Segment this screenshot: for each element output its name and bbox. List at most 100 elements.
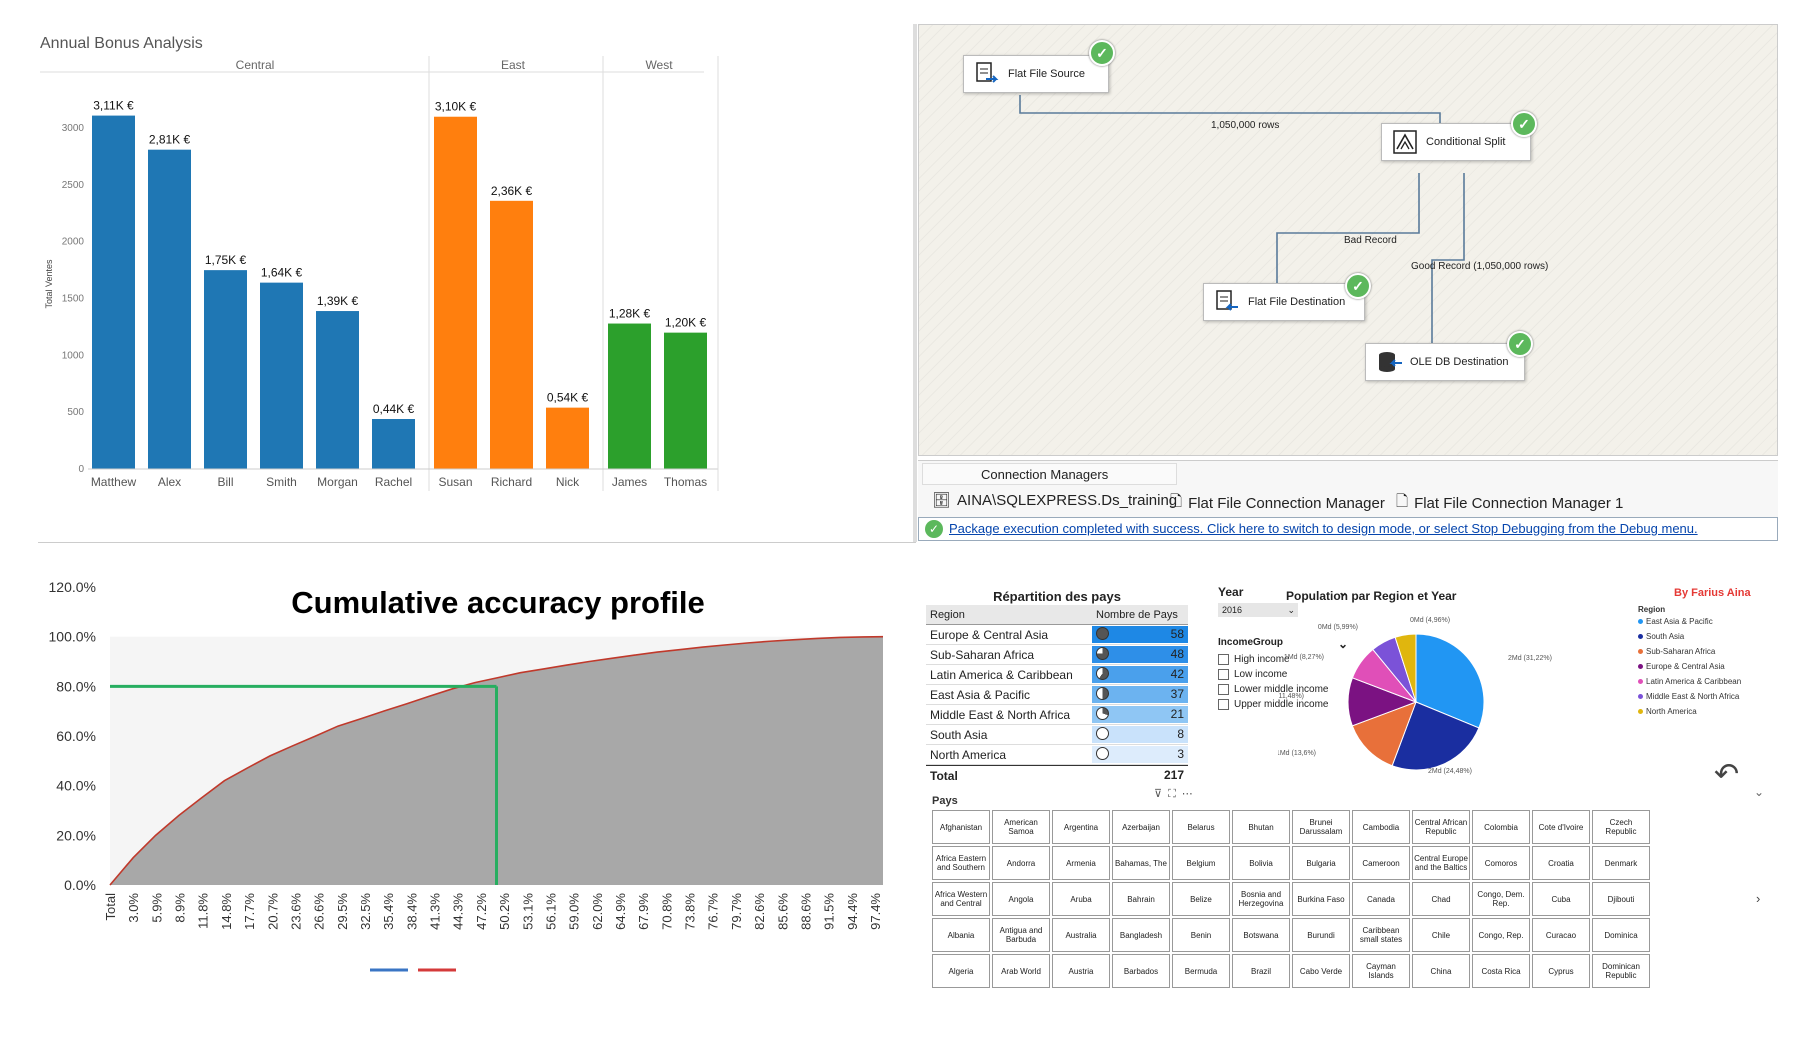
country-button[interactable]: Bahrain (1112, 882, 1170, 916)
country-button[interactable]: Andorra (992, 846, 1050, 880)
country-button[interactable]: Croatia (1532, 846, 1590, 880)
country-button[interactable]: Burkina Faso (1292, 882, 1350, 916)
country-button[interactable]: Colombia (1472, 810, 1530, 844)
country-button[interactable]: Cayman Islands (1352, 954, 1410, 988)
legend-item[interactable]: Middle East & North Africa (1638, 689, 1741, 704)
bar-nick[interactable] (546, 407, 589, 469)
country-button[interactable]: Cambodia (1352, 810, 1410, 844)
legend-item[interactable]: Sub-Saharan Africa (1638, 644, 1741, 659)
chevron-down-icon[interactable]: ⌄ (1754, 785, 1764, 799)
country-button[interactable]: Argentina (1052, 810, 1110, 844)
table-row[interactable]: Sub-Saharan Africa 48 (926, 645, 1188, 665)
country-button[interactable]: Benin (1172, 918, 1230, 952)
country-button[interactable]: Brazil (1232, 954, 1290, 988)
country-button[interactable]: Austria (1052, 954, 1110, 988)
country-button[interactable]: Cote d'Ivoire (1532, 810, 1590, 844)
bar-thomas[interactable] (664, 332, 707, 469)
filter-icon[interactable]: ⊽ (1154, 788, 1168, 800)
country-button[interactable]: Algeria (932, 954, 990, 988)
bar-susan[interactable] (434, 116, 477, 470)
country-button[interactable]: Dominican Republic (1592, 954, 1650, 988)
country-button[interactable]: Cameroon (1352, 846, 1410, 880)
bar-morgan[interactable] (316, 311, 359, 469)
country-button[interactable]: Africa Western and Central (932, 882, 990, 916)
country-button[interactable]: Bhutan (1232, 810, 1290, 844)
country-button[interactable]: Curacao (1532, 918, 1590, 952)
connection-flat-file-1[interactable]: 🗋 Flat File Connection Manager 1 (1396, 491, 1623, 516)
country-button[interactable]: Central Europe and the Baltics (1412, 846, 1470, 880)
connection-flat-file[interactable]: 🗋 Flat File Connection Manager (1170, 491, 1385, 516)
ole-db-destination-node[interactable]: OLE DB Destination (1365, 343, 1525, 381)
legend-item[interactable]: North America (1638, 704, 1741, 719)
country-button[interactable]: Cyprus (1532, 954, 1590, 988)
bar-smith[interactable] (260, 282, 303, 469)
connection-managers-tab[interactable]: Connection Managers (922, 463, 1177, 485)
bar-james[interactable] (608, 323, 651, 469)
chevron-right-icon[interactable]: › (1756, 891, 1760, 906)
conditional-split-node[interactable]: Conditional Split (1381, 123, 1531, 161)
country-button[interactable]: Caribbean small states (1352, 918, 1410, 952)
flat-file-source-node[interactable]: Flat File Source (963, 55, 1109, 93)
table-row[interactable]: Latin America & Caribbean 42 (926, 665, 1188, 685)
bar-matthew[interactable] (92, 115, 135, 469)
country-button[interactable]: Chile (1412, 918, 1470, 952)
table-row[interactable]: Europe & Central Asia 58 (926, 625, 1188, 645)
focus-mode-icon[interactable]: ⛶ (1168, 788, 1182, 800)
back-arrow-icon[interactable]: ↶ (1714, 757, 1739, 792)
legend-item[interactable]: East Asia & Pacific (1638, 614, 1741, 629)
country-button[interactable]: Bulgaria (1292, 846, 1350, 880)
country-button[interactable]: Arab World (992, 954, 1050, 988)
country-button[interactable]: Australia (1052, 918, 1110, 952)
country-button[interactable]: China (1412, 954, 1470, 988)
legend-item[interactable]: South Asia (1638, 629, 1741, 644)
country-button[interactable]: Barbados (1112, 954, 1170, 988)
country-button[interactable]: Cabo Verde (1292, 954, 1350, 988)
legend-item[interactable]: Latin America & Caribbean (1638, 674, 1741, 689)
checkbox-icon[interactable] (1218, 684, 1229, 695)
bar-alex[interactable] (148, 149, 191, 469)
data-flow-canvas[interactable]: 1,050,000 rows Bad Record Good Record (1… (918, 24, 1778, 456)
country-button[interactable]: Belize (1172, 882, 1230, 916)
country-button[interactable]: Brunei Darussalam (1292, 810, 1350, 844)
country-button[interactable]: Africa Eastern and Southern (932, 846, 990, 880)
country-button[interactable]: Chad (1412, 882, 1470, 916)
country-button[interactable]: Congo, Dem. Rep. (1472, 882, 1530, 916)
country-button[interactable]: Burundi (1292, 918, 1350, 952)
country-button[interactable]: Bangladesh (1112, 918, 1170, 952)
connection-sql[interactable]: 🗄 AINA\SQLEXPRESS.Ds_training (932, 491, 1177, 510)
country-button[interactable]: Angola (992, 882, 1050, 916)
country-button[interactable]: Canada (1352, 882, 1410, 916)
table-row[interactable]: Middle East & North Africa 21 (926, 705, 1188, 725)
bar-bill[interactable] (204, 270, 247, 469)
more-options-icon[interactable]: ⋯ (1182, 788, 1199, 800)
country-button[interactable]: Dominica (1592, 918, 1650, 952)
country-button[interactable]: Bahamas, The (1112, 846, 1170, 880)
country-button[interactable]: Afghanistan (932, 810, 990, 844)
country-button[interactable]: Bolivia (1232, 846, 1290, 880)
bar-richard[interactable] (490, 200, 533, 469)
country-button[interactable]: Armenia (1052, 846, 1110, 880)
country-button[interactable]: American Samoa (992, 810, 1050, 844)
country-button[interactable]: Belgium (1172, 846, 1230, 880)
country-button[interactable]: Albania (932, 918, 990, 952)
country-button[interactable]: Bosnia and Herzegovina (1232, 882, 1290, 916)
country-button[interactable]: Czech Republic (1592, 810, 1650, 844)
col-region[interactable]: Region (926, 609, 1092, 621)
country-button[interactable]: Cuba (1532, 882, 1590, 916)
bar-rachel[interactable] (372, 419, 415, 469)
table-row[interactable]: North America 3 (926, 745, 1188, 765)
country-button[interactable]: Belarus (1172, 810, 1230, 844)
table-row[interactable]: South Asia 8 (926, 725, 1188, 745)
country-button[interactable]: Djibouti (1592, 882, 1650, 916)
flat-file-destination-node[interactable]: Flat File Destination (1203, 283, 1365, 321)
table-row[interactable]: East Asia & Pacific 37 (926, 685, 1188, 705)
checkbox-icon[interactable] (1218, 699, 1229, 710)
country-button[interactable]: Aruba (1052, 882, 1110, 916)
country-button[interactable]: Azerbaijan (1112, 810, 1170, 844)
checkbox-icon[interactable] (1218, 654, 1229, 665)
country-button[interactable]: Central African Republic (1412, 810, 1470, 844)
country-button[interactable]: Botswana (1232, 918, 1290, 952)
legend-item[interactable]: Europe & Central Asia (1638, 659, 1741, 674)
country-button[interactable]: Comoros (1472, 846, 1530, 880)
country-button[interactable]: Costa Rica (1472, 954, 1530, 988)
